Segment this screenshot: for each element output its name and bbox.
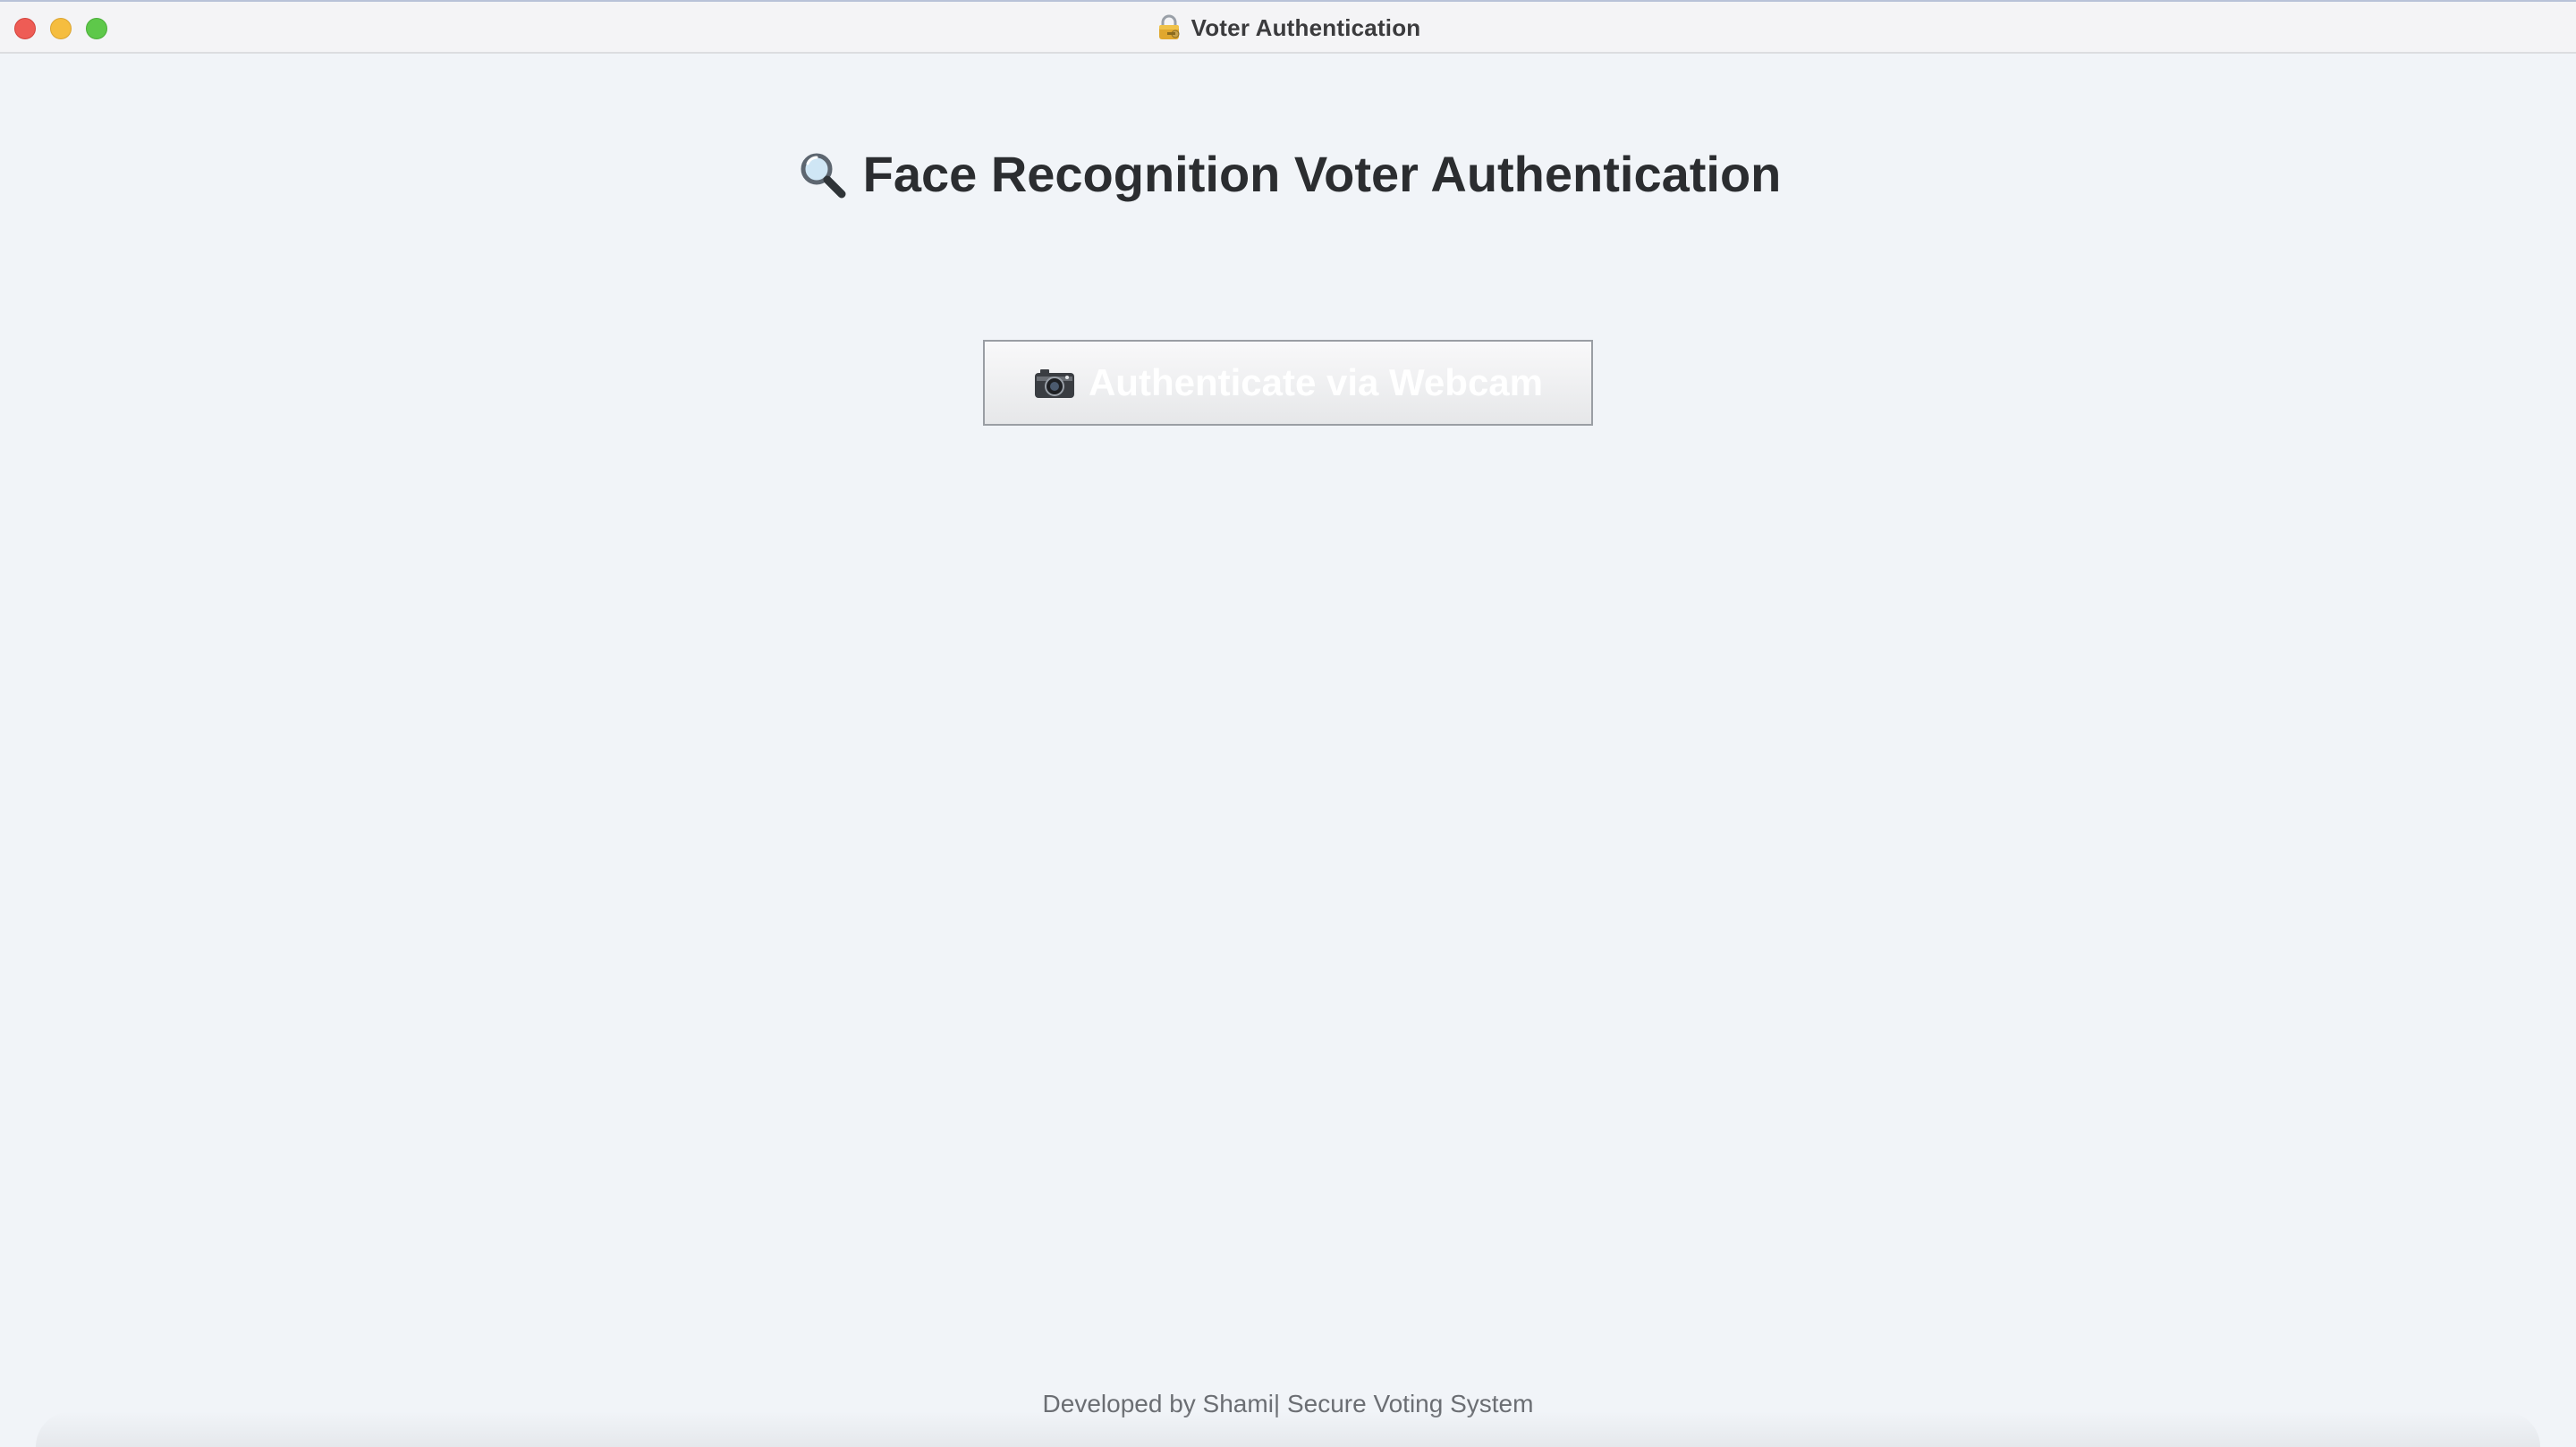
window-bottom-shadow	[36, 1411, 2540, 1447]
camera-icon	[1033, 365, 1076, 401]
window-title: Voter Authentication	[1191, 13, 1421, 41]
page-heading-group: Face Recognition Voter Authentication	[0, 145, 2576, 203]
lock-with-key-icon	[1156, 14, 1182, 41]
page-title: Face Recognition Voter Authentication	[862, 146, 1782, 202]
authenticate-button-label: Authenticate via Webcam	[1088, 361, 1544, 403]
app-window: Voter Authentication Face Recognition Vo…	[0, 0, 2576, 1447]
magnifying-glass-icon	[795, 148, 849, 201]
title-bar: Voter Authentication	[0, 2, 2576, 54]
window-title-group: Voter Authentication	[0, 2, 2576, 54]
authenticate-webcam-button[interactable]: Authenticate via Webcam	[983, 340, 1593, 426]
